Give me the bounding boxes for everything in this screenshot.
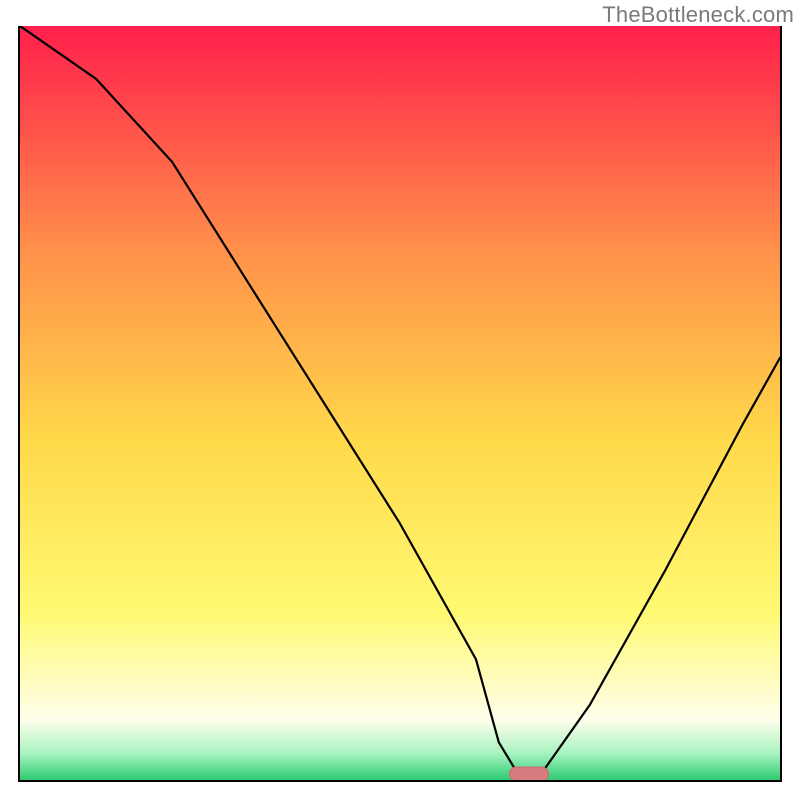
plot-area — [18, 26, 782, 782]
optimum-marker — [509, 767, 549, 782]
watermark-text: TheBottleneck.com — [602, 2, 794, 28]
bottleneck-curve — [20, 26, 780, 780]
chart-stage: TheBottleneck.com — [0, 0, 800, 800]
